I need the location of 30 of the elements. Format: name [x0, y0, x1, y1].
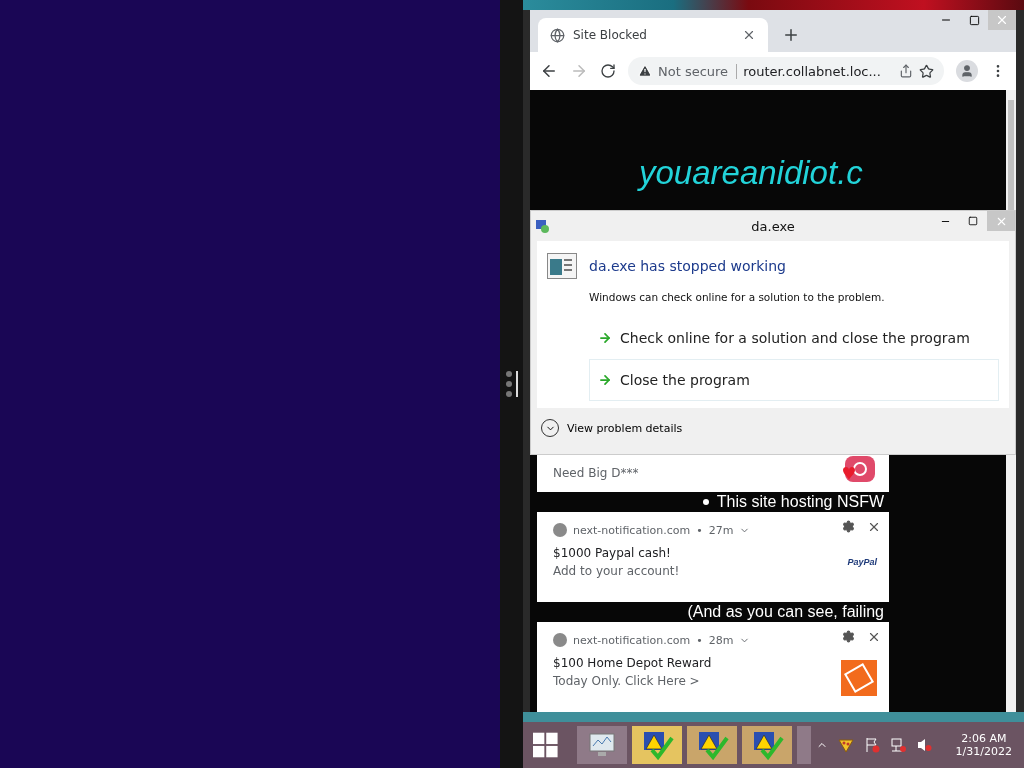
- notification-title: $100 Home Depot Reward: [553, 656, 713, 670]
- url-text: router.collabnet.loc...: [743, 63, 881, 79]
- notification-body: Today Only. Click Here >: [553, 674, 701, 688]
- dialog-option[interactable]: Check online for a solution and close the program: [589, 317, 999, 359]
- page-text: (And as you can see, failing: [687, 602, 884, 622]
- notification-title: $1000 Paypal cash!: [553, 546, 672, 560]
- notification-card[interactable]: next-notification.com • 28m $100 Home Depot Reward Today Only. Click Here >: [537, 622, 889, 712]
- notification-source: next-notification.com: [573, 633, 691, 647]
- notification-age: 28m: [708, 633, 734, 647]
- separator-dot: •: [696, 523, 703, 537]
- notification-card[interactable]: next-notification.com • 27m $1000 Paypal cash! Add to your account! PayPal: [537, 512, 889, 602]
- clock-date[interactable]: 1/31/2022: [955, 745, 1012, 758]
- separator-dot: •: [696, 633, 703, 647]
- clock-time[interactable]: 2:06 AM: [961, 732, 1007, 745]
- security-label: Not secure: [658, 63, 738, 79]
- dialog-option[interactable]: Close the program: [589, 359, 999, 401]
- notification-body: Need Big D***: [553, 466, 640, 480]
- blocked-heading: youareanidiot.c: [639, 154, 863, 192]
- dialog-message: Windows can check online for a solution to the problem.: [589, 291, 886, 303]
- brand-logo: PayPal: [847, 557, 877, 567]
- notification-source: next-notification.com: [573, 523, 691, 537]
- notification-body: Add to your account!: [553, 564, 681, 578]
- page-text: This site hosting NSFW: [716, 492, 884, 512]
- tab-title: Site Blocked: [573, 28, 648, 42]
- notification-age: 27m: [708, 523, 734, 537]
- browser-tab[interactable]: Site Blocked: [538, 18, 768, 52]
- address-bar[interactable]: Not secure router.collabnet.loc...: [628, 57, 944, 85]
- details-link[interactable]: View problem details: [567, 421, 683, 435]
- dialog-title: da.exe: [751, 218, 795, 234]
- dialog-heading: da.exe has stopped working: [589, 258, 786, 274]
